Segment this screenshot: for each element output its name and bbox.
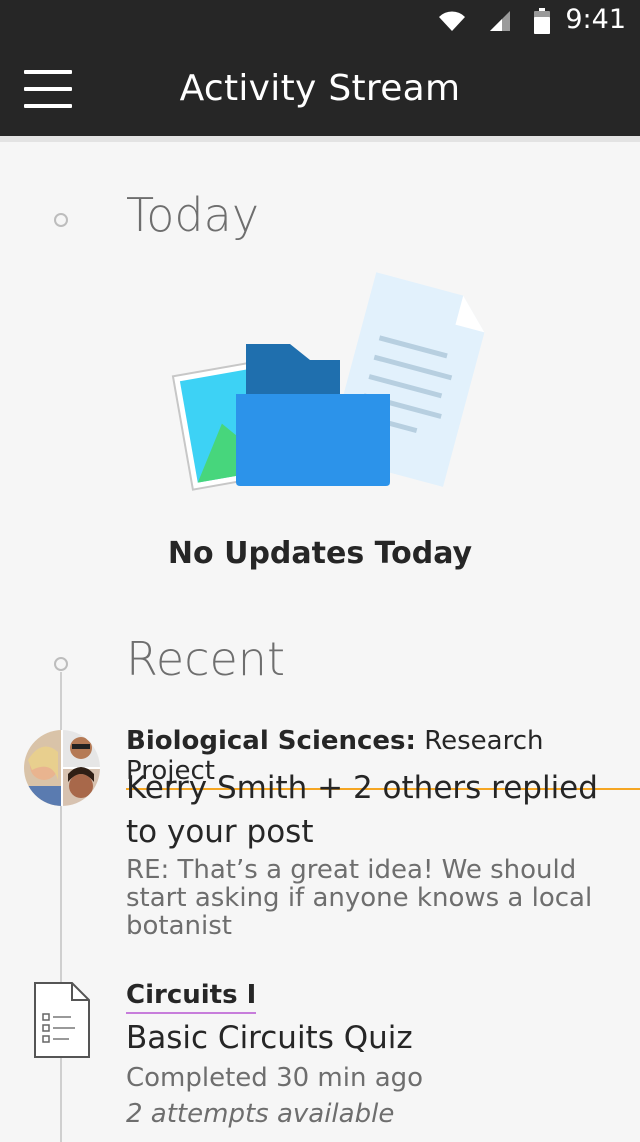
signal-icon xyxy=(490,11,510,31)
recent-heading: Recent xyxy=(126,632,285,686)
course-name: Circuits I xyxy=(126,980,257,1010)
page-title: Activity Stream xyxy=(179,68,461,109)
item-course-label[interactable]: Circuits I xyxy=(126,980,257,1014)
empty-state-message: No Updates Today xyxy=(167,536,473,571)
battery-icon xyxy=(534,8,550,34)
app-bar: Activity Stream xyxy=(0,44,640,136)
item-detail: Completed 30 min ago xyxy=(126,1063,424,1093)
folder-documents-illustration xyxy=(171,272,485,491)
item-title[interactable]: Basic Circuits Quiz xyxy=(126,1016,622,1060)
course-name: Biological Sciences: xyxy=(126,726,416,756)
timeline-dot-recent xyxy=(54,657,68,671)
wifi-icon xyxy=(439,11,465,31)
timeline-dot-today xyxy=(54,213,68,227)
status-icons xyxy=(438,8,550,34)
today-heading: Today xyxy=(126,188,260,242)
avatar-group-icon[interactable] xyxy=(24,730,100,806)
status-time: 9:41 xyxy=(565,4,626,35)
status-bar: 9:41 xyxy=(0,0,640,44)
item-note: 2 attempts available xyxy=(126,1099,395,1129)
quiz-document-icon[interactable] xyxy=(34,982,90,1058)
app-bar-divider xyxy=(0,136,640,142)
item-title[interactable]: Kerry Smith + 2 others replied to your p… xyxy=(126,766,622,854)
item-detail: RE: That’s a great idea! We should start… xyxy=(126,855,593,941)
avatars-icon xyxy=(24,730,100,806)
